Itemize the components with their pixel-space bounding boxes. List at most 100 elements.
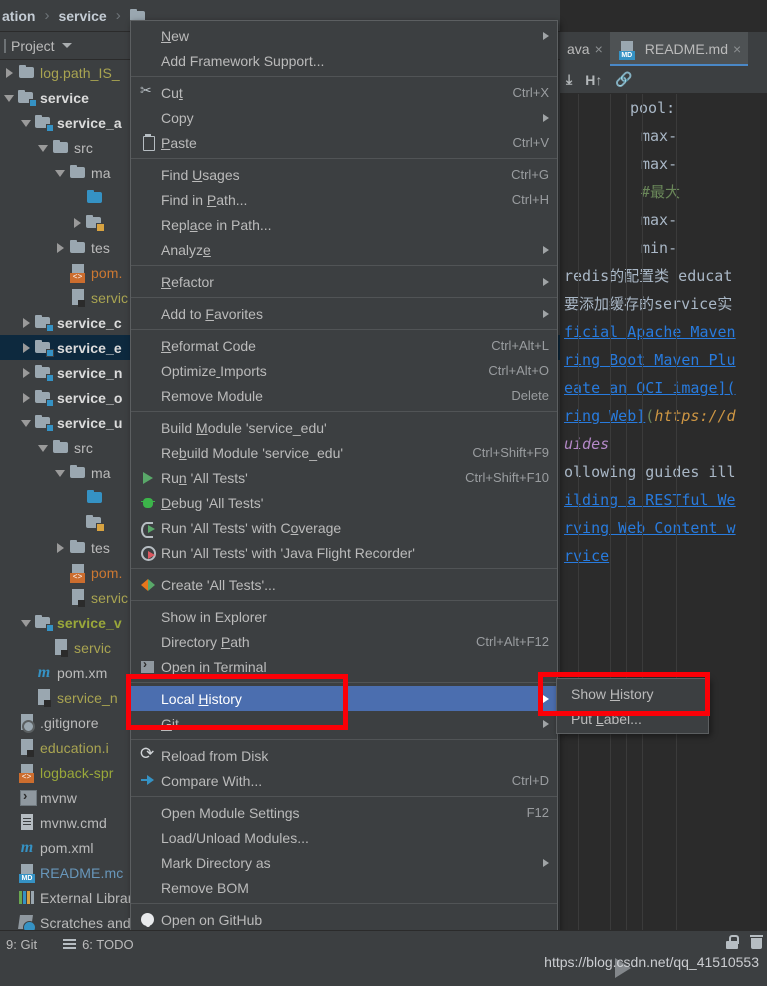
module-badge-icon (46, 374, 54, 382)
menu-item-directory-path[interactable]: Directory Path Ctrl+Alt+F12 (131, 629, 557, 654)
menu-item-open-in-terminal[interactable]: Open in Terminal (131, 654, 557, 679)
tree-item-label: pom. (91, 564, 123, 581)
chevron-down-icon[interactable] (36, 135, 51, 160)
menu-item-local-history[interactable]: Local History (131, 686, 557, 711)
chevron-down-icon[interactable] (19, 610, 34, 635)
menu-item-run-all-tests[interactable]: Run 'All Tests' Ctrl+Shift+F10 (131, 465, 557, 490)
link-icon[interactable]: 🔗 (615, 71, 632, 88)
chevron-right-icon[interactable] (53, 235, 68, 260)
chevron-right-icon[interactable] (19, 385, 34, 410)
chevron-down-icon[interactable] (53, 460, 68, 485)
menu-item-cut[interactable]: Cut Ctrl+X (131, 80, 557, 105)
folder-icon (51, 435, 71, 460)
menu-item-reformat-code[interactable]: Reformat Code Ctrl+Alt+L (131, 333, 557, 358)
editor-tab-readme-md[interactable]: README.md × (609, 32, 749, 66)
chevron-down-icon[interactable] (53, 160, 68, 185)
chevron-right-icon[interactable] (70, 210, 85, 235)
menu-item-create-all-tests[interactable]: Create 'All Tests'... (131, 572, 557, 597)
local-history-submenu[interactable]: Show History Put Label... (556, 678, 709, 734)
close-icon[interactable]: × (595, 41, 603, 57)
breadcrumb-segment-1[interactable]: service (58, 8, 106, 24)
editor-tab-ava[interactable]: ava × (560, 32, 610, 66)
tree-item-label: pom. (91, 264, 123, 281)
create-test-icon (140, 577, 156, 593)
menu-item-new[interactable]: New (131, 23, 557, 48)
markdown-toolbar[interactable]: ⤓ H↑ 🔗 (560, 66, 767, 94)
chevron-down-icon[interactable] (2, 85, 17, 110)
menu-item-compare-with[interactable]: Compare With... Ctrl+D (131, 768, 557, 793)
menu-item-shortcut: Ctrl+Shift+F10 (465, 470, 549, 485)
chevron-right-icon[interactable] (2, 60, 17, 85)
coverage-icon (135, 520, 161, 538)
trash-icon[interactable] (750, 935, 763, 949)
menu-item-open-on-github[interactable]: Open on GitHub (131, 907, 557, 932)
menu-item-find-usages[interactable]: Find Usages Ctrl+G (131, 162, 557, 187)
project-panel-title-group[interactable]: Project (11, 38, 72, 54)
code-line-text: max- (641, 155, 678, 173)
menu-item-add-to-favorites[interactable]: Add to Favorites (131, 301, 557, 326)
tree-item-label: mvnw.cmd (40, 814, 107, 831)
menu-item-find-in-path[interactable]: Find in Path... Ctrl+H (131, 187, 557, 212)
menu-item-remove-bom[interactable]: Remove BOM (131, 875, 557, 900)
menu-item-run-all-tests-with-coverage[interactable]: Run 'All Tests' with Coverage (131, 515, 557, 540)
chevron-down-icon[interactable] (36, 435, 51, 460)
menu-item-label: Build Module 'service_edu' (161, 419, 327, 436)
menu-item-debug-all-tests[interactable]: Debug 'All Tests' (131, 490, 557, 515)
menu-item-refactor[interactable]: Refactor (131, 269, 557, 294)
menu-item-run-all-tests-with-java-flight-recorder[interactable]: Run 'All Tests' with 'Java Flight Record… (131, 540, 557, 565)
menu-item-analyze[interactable]: Analyze (131, 237, 557, 262)
menu-item-paste[interactable]: Paste Ctrl+V (131, 130, 557, 155)
breadcrumb-segment-0[interactable]: ation (2, 8, 35, 24)
editor-tab-bar[interactable]: ava × README.md × (560, 32, 767, 66)
menu-item-open-module-settings[interactable]: Open Module Settings F12 (131, 800, 557, 825)
lock-icon[interactable] (726, 935, 739, 949)
status-item-git[interactable]: 9: Git (6, 937, 37, 952)
folder-icon (68, 460, 88, 485)
menu-item-optimize-imports[interactable]: Optimize Imports Ctrl+Alt+O (131, 358, 557, 383)
close-icon[interactable]: × (733, 41, 741, 57)
chevron-right-icon[interactable] (19, 360, 34, 385)
menu-item-shortcut: Ctrl+Alt+L (491, 338, 549, 353)
project-context-menu[interactable]: New Add Framework Support... Cut Ctrl+X Copy… (130, 20, 558, 985)
menu-item-show-in-explorer[interactable]: Show in Explorer (131, 604, 557, 629)
code-line-text: ring Boot Maven Plu (564, 351, 736, 369)
compare-icon (140, 773, 156, 789)
status-item-todo[interactable]: 6: TODO (63, 937, 134, 952)
menu-item-rebuild-module-service-edu[interactable]: Rebuild Module 'service_edu' Ctrl+Shift+F… (131, 440, 557, 465)
chevron-right-icon[interactable] (53, 535, 68, 560)
chevron-right-icon (543, 719, 549, 728)
menu-item-mark-directory-as[interactable]: Mark Directory as (131, 850, 557, 875)
code-viewport[interactable]: pool: max-max- #最大 max-min-redis的配置类 educat… (560, 94, 767, 930)
menu-item-remove-module[interactable]: Remove Module Delete (131, 383, 557, 408)
menu-item-build-module-service-edu[interactable]: Build Module 'service_edu' (131, 415, 557, 440)
menu-item-load-unload-modules[interactable]: Load/Unload Modules... (131, 825, 557, 850)
menu-item-label: Copy (161, 109, 194, 126)
submenu-item-put-label[interactable]: Put Label... (557, 706, 708, 731)
submenu-item-show-history[interactable]: Show History (557, 681, 708, 706)
chevron-down-icon[interactable] (19, 110, 34, 135)
menu-item-copy[interactable]: Copy (131, 105, 557, 130)
chevron-down-icon[interactable] (61, 43, 72, 48)
tree-item-label: pom.xml (40, 839, 94, 856)
chevron-down-icon[interactable] (19, 410, 34, 435)
menu-item-add-framework-support[interactable]: Add Framework Support... (131, 48, 557, 73)
menu-item-label: Run 'All Tests' with Coverage (161, 519, 342, 536)
github-icon (140, 912, 156, 928)
chevron-right-icon[interactable] (19, 310, 34, 335)
menu-item-label: Local History (161, 690, 242, 707)
menu-item-reload-from-disk[interactable]: Reload from Disk (131, 743, 557, 768)
header-icon[interactable]: H↑ (585, 72, 602, 88)
code-line: #最大 (560, 178, 767, 206)
menu-item-replace-in-path[interactable]: Replace in Path... (131, 212, 557, 237)
list-icon[interactable]: ⤓ (566, 71, 572, 88)
module-icon (34, 110, 54, 135)
menu-item-git[interactable]: Git (131, 711, 557, 736)
tree-item-label: service_c (57, 314, 122, 331)
chevron-right-icon[interactable] (19, 335, 34, 360)
list-icon (63, 939, 77, 950)
